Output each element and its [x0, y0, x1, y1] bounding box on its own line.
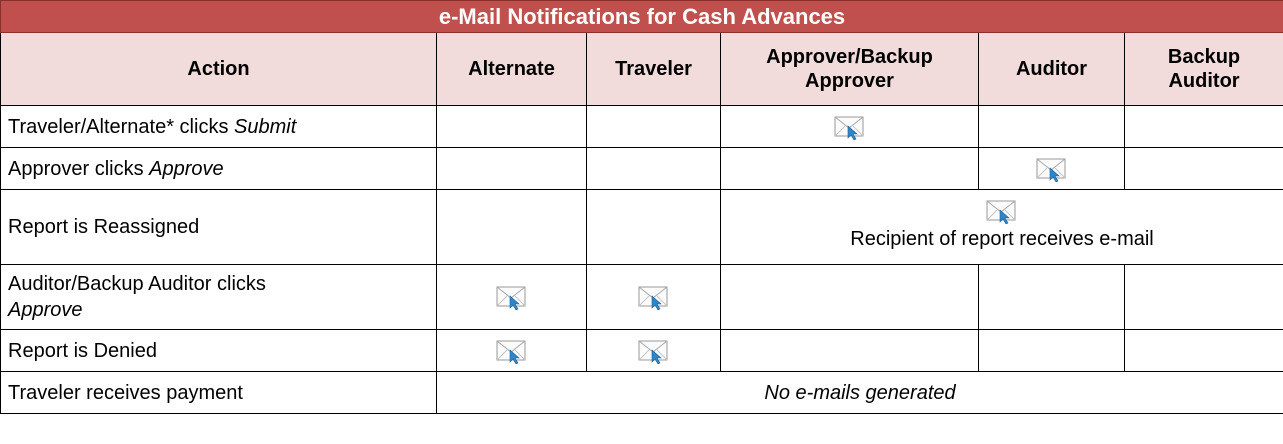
table-row: Traveler receives payment No e-mails gen… [0, 371, 1283, 414]
email-notification-icon [1036, 156, 1068, 183]
row-action: Report is Reassigned [0, 189, 437, 265]
table-row: Report is Reassigned Recipient of report… [0, 189, 1283, 265]
no-email-note: No e-mails generated [435, 371, 1283, 414]
email-notification-icon [986, 198, 1018, 225]
table-row: Report is Denied [0, 329, 1283, 372]
column-header-action: Action [0, 32, 437, 106]
table-row: Auditor/Backup Auditor clicks Approve [0, 264, 1283, 330]
row-action: Approver clicks Approve [0, 147, 437, 190]
email-notification-icon [496, 284, 528, 311]
email-notification-icon [638, 338, 670, 365]
row-action: Auditor/Backup Auditor clicks Approve [0, 264, 437, 330]
email-notification-icon [496, 338, 528, 365]
column-header-approver: Approver/Backup Approver [720, 32, 979, 106]
row-action: Traveler receives payment [0, 371, 437, 414]
row-action: Traveler/Alternate* clicks Submit [0, 105, 437, 148]
reassign-note: Recipient of report receives e-mail [850, 228, 1154, 250]
table-row: Traveler/Alternate* clicks Submit [0, 105, 1283, 148]
column-header-backup-auditor: Backup Auditor [1123, 32, 1283, 106]
column-header-auditor: Auditor [978, 32, 1125, 106]
notifications-table: e-Mail Notifications for Cash Advances A… [0, 0, 1283, 414]
row-action: Report is Denied [0, 329, 437, 372]
reassign-note-cell: Recipient of report receives e-mail [719, 189, 1283, 265]
email-notification-icon [638, 284, 670, 311]
column-header-alternate: Alternate [436, 32, 587, 106]
table-row: Approver clicks Approve [0, 147, 1283, 190]
column-header-traveler: Traveler [586, 32, 721, 106]
table-title: e-Mail Notifications for Cash Advances [0, 0, 1283, 33]
email-notification-icon [834, 114, 866, 141]
